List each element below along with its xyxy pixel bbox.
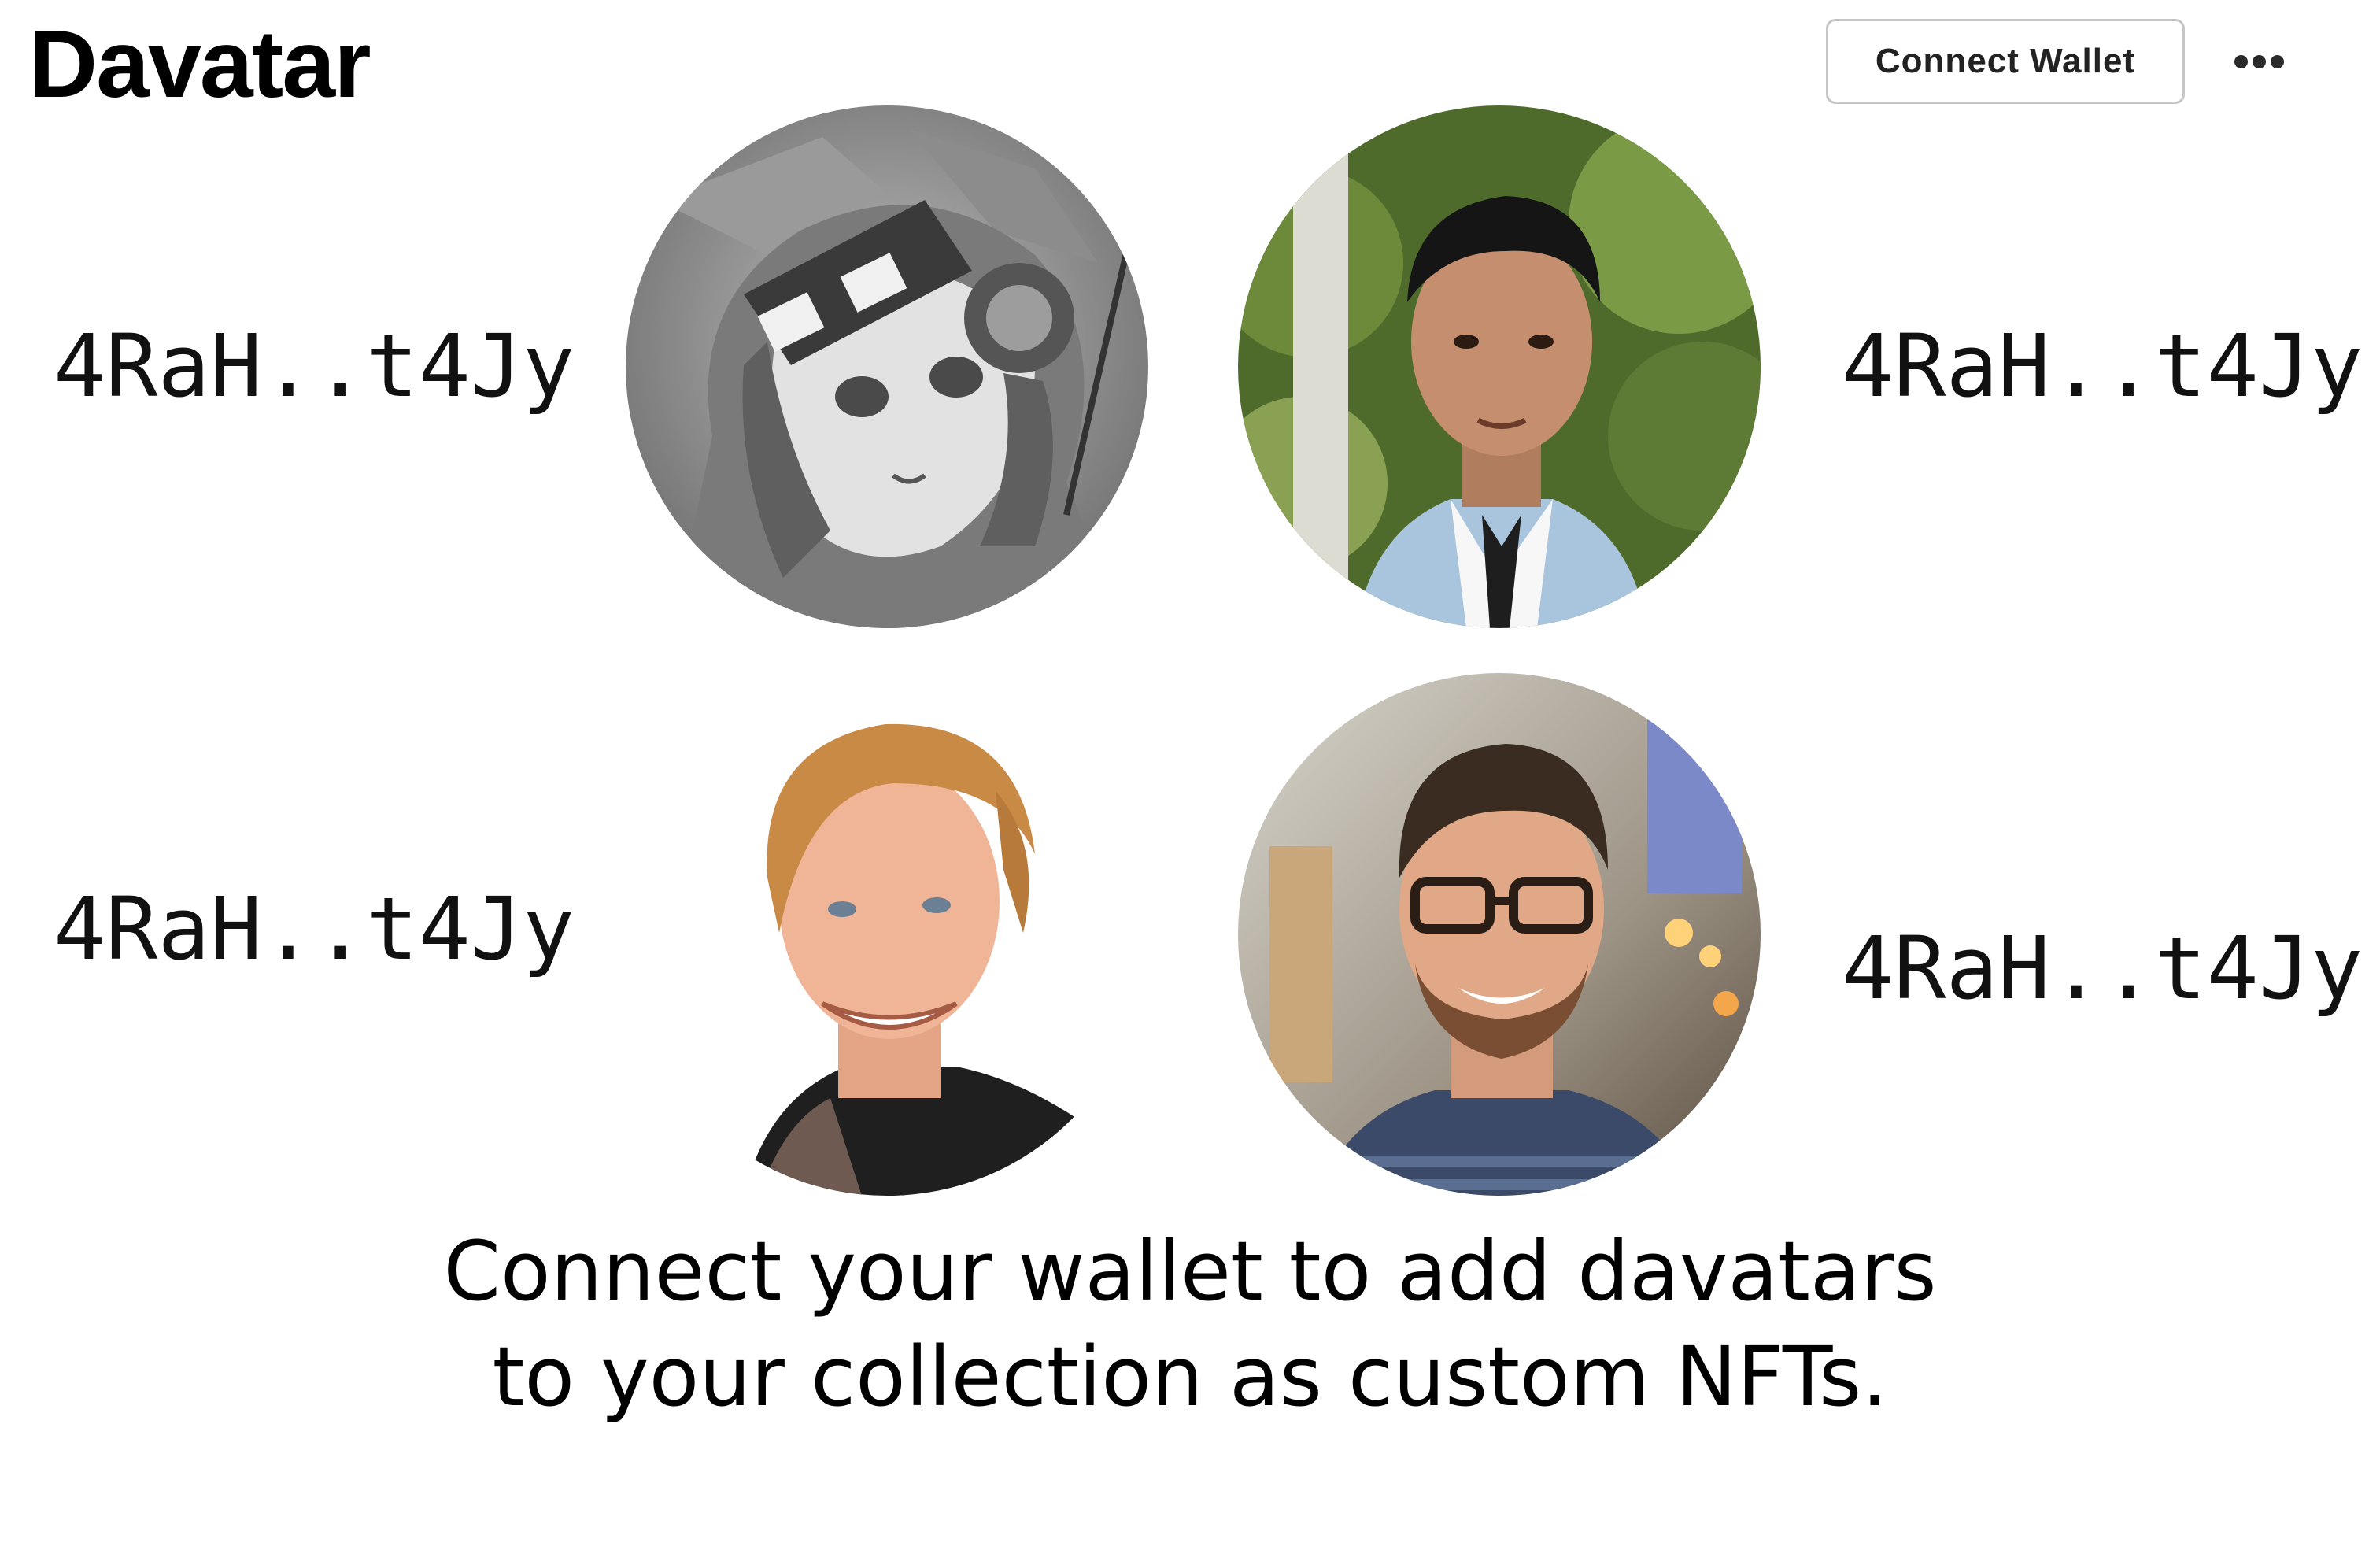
- connect-wallet-button[interactable]: Connect Wallet: [1826, 19, 2185, 104]
- message-line-1: Connect your wallet to add davatars: [443, 1223, 1937, 1319]
- avatar-address-4: 4RaH..t4Jy: [1842, 918, 2363, 1019]
- avatar-image-1[interactable]: [626, 105, 1148, 628]
- man-blond-portrait-icon: [626, 673, 1148, 1196]
- more-options-icon[interactable]: [2219, 38, 2298, 85]
- avatar-address-1: 4RaH..t4Jy: [54, 316, 575, 416]
- app-title: Davatar: [28, 10, 371, 117]
- avatar-image-2[interactable]: [1238, 105, 1761, 628]
- connect-wallet-message: Connect your wallet to add davatars to y…: [0, 1219, 2380, 1429]
- man-glasses-portrait-icon: [1238, 673, 1761, 1196]
- avatar-image-3[interactable]: [626, 673, 1148, 1196]
- man-suit-portrait-icon: [1238, 105, 1761, 628]
- avatar-address-3: 4RaH..t4Jy: [54, 878, 575, 979]
- anime-portrait-icon: [626, 105, 1148, 628]
- avatar-address-2: 4RaH..t4Jy: [1842, 316, 2363, 416]
- avatar-image-4[interactable]: [1238, 673, 1761, 1196]
- message-line-2: to your collection as custom NFTs.: [492, 1329, 1888, 1425]
- davatar-page: Davatar Connect Wallet 4RaH..t4Jy 4RaH..…: [0, 0, 2380, 1546]
